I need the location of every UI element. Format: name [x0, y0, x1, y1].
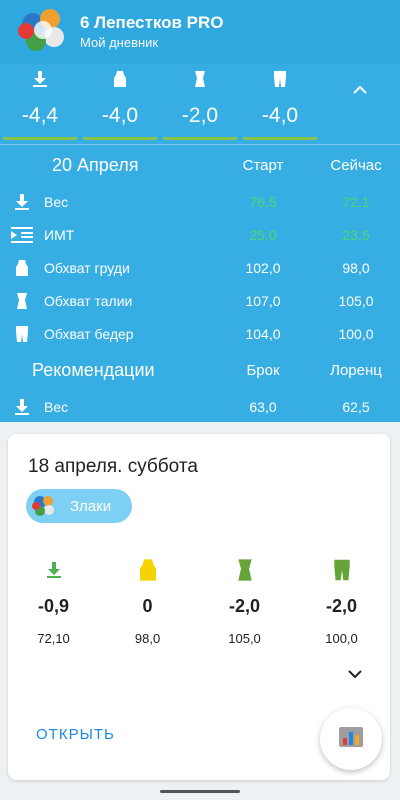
weight-down-icon: [0, 398, 44, 415]
chest-icon: [139, 558, 156, 582]
progress-bar: [83, 137, 157, 140]
row-now: 23,5: [342, 226, 370, 243]
stat-chest: 0 98,0: [99, 558, 196, 646]
summary-item-weight: -4,4: [0, 64, 80, 144]
row-now: 105,0: [338, 292, 374, 309]
weight-down-icon: [33, 68, 47, 90]
app-logo: [18, 7, 68, 57]
summary-panel: -4,4 -4,0 -2,0 -4,0 20 Апреля Старт Сейч…: [0, 64, 400, 422]
row-start: 107,0: [245, 292, 281, 309]
category-chip[interactable]: Злаки: [26, 489, 132, 523]
summary-item-hips: -4,0: [240, 64, 320, 144]
stat-waist: -2,0 105,0: [196, 558, 293, 646]
recommendation-row-weight: Вес 63,0 62,5: [0, 390, 400, 423]
row-label: Обхват бедер: [44, 325, 134, 342]
column-brok: Брок: [246, 361, 280, 379]
waist-icon: [0, 292, 44, 310]
row-start: 76,5: [249, 193, 277, 210]
stat-delta: -0,9: [38, 596, 70, 616]
stat-weight: -0,9 72,10: [8, 558, 99, 646]
open-button[interactable]: ОТКРЫТЬ: [36, 726, 115, 743]
progress-bar: [243, 137, 317, 140]
row-label: Обхват талии: [44, 292, 133, 309]
row-start: 102,0: [245, 259, 281, 276]
stat-value: 100,0: [325, 631, 358, 646]
column-now: Сейчас: [330, 156, 382, 174]
stat-value: 105,0: [228, 631, 261, 646]
chest-icon: [0, 259, 44, 277]
petals-logo-icon: [32, 494, 56, 518]
stat-delta: -2,0: [325, 596, 358, 616]
row-brok: 63,0: [249, 398, 277, 415]
summary-value: -4,0: [101, 104, 139, 127]
stat-value: 72,10: [37, 631, 70, 646]
chevron-up-icon[interactable]: [320, 64, 400, 144]
progress-bar: [163, 137, 237, 140]
row-start: 104,0: [245, 325, 281, 342]
bmi-icon: [0, 226, 44, 243]
table-row-hips: Обхват бедер 104,0 100,0: [0, 317, 400, 350]
row-lorentz: 62,5: [342, 398, 370, 415]
stat-delta: 0: [142, 596, 153, 616]
chip-label: Злаки: [70, 497, 112, 515]
hips-icon: [273, 68, 287, 90]
column-start: Старт: [242, 156, 284, 174]
progress-bar: [3, 137, 77, 140]
stats-fab-button[interactable]: [320, 708, 382, 770]
card-stats: -0,9 72,10 0 98,0 -2,0 105,0 -2,0 100,0: [8, 558, 390, 646]
chest-icon: [114, 68, 126, 90]
row-start: 25,0: [249, 226, 277, 243]
row-label: Вес: [44, 193, 69, 210]
waist-icon: [194, 68, 206, 90]
app-bar: 6 Лепестков PRO Мой дневник: [0, 0, 400, 64]
weight-down-icon: [46, 558, 61, 582]
row-label: ИМТ: [44, 226, 75, 243]
stat-delta: -2,0: [229, 596, 261, 616]
stat-value: 98,0: [134, 631, 161, 646]
summary-value: -4,4: [21, 104, 59, 127]
hips-icon: [333, 558, 351, 582]
row-now: 100,0: [338, 325, 374, 342]
app-subtitle: Мой дневник: [80, 35, 159, 50]
row-label: Обхват груди: [44, 259, 130, 276]
row-now: 72,1: [342, 193, 370, 210]
column-lorentz: Лоренц: [330, 361, 382, 379]
recommendations-header: Рекомендации Брок Лоренц: [0, 350, 400, 390]
table-row-waist: Обхват талии 107,0 105,0: [0, 284, 400, 317]
table-date: 20 Апреля: [52, 154, 139, 175]
summary-item-waist: -2,0: [160, 64, 240, 144]
table-header: 20 Апреля Старт Сейчас: [0, 145, 400, 185]
app-title: 6 Лепестков PRO: [80, 13, 224, 32]
row-label: Вес: [44, 398, 69, 415]
summary-value: -4,0: [261, 104, 299, 127]
table-row-weight: Вес 76,5 72,1: [0, 185, 400, 218]
home-indicator: [160, 790, 240, 793]
summary-item-chest: -4,0: [80, 64, 160, 144]
table-row-bmi: ИМТ 25,0 23,5: [0, 218, 400, 251]
hips-icon: [0, 325, 44, 343]
recommendations-title: Рекомендации: [32, 359, 155, 380]
row-now: 98,0: [342, 259, 370, 276]
waist-icon: [237, 558, 253, 582]
chart-icon: [338, 726, 364, 753]
chevron-down-icon[interactable]: [348, 666, 362, 684]
stat-hips: -2,0 100,0: [293, 558, 390, 646]
table-row-chest: Обхват груди 102,0 98,0: [0, 251, 400, 284]
summary-deltas: -4,4 -4,0 -2,0 -4,0: [0, 64, 400, 144]
weight-down-icon: [0, 193, 44, 210]
card-title: 18 апреля. суббота: [28, 456, 198, 477]
summary-value: -2,0: [181, 104, 219, 127]
